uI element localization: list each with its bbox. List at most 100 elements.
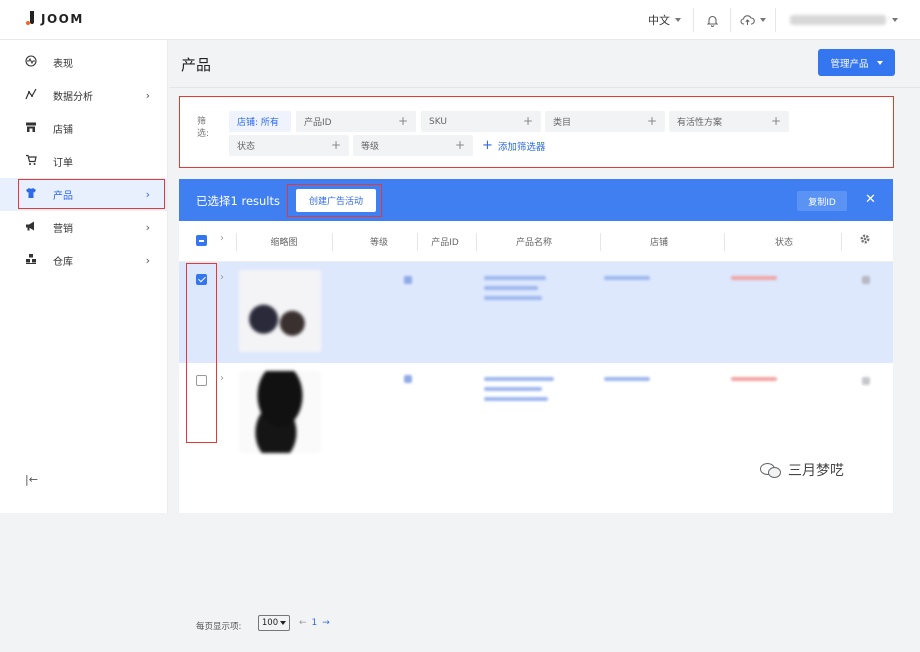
filter-chip-sku[interactable]: SKU + bbox=[421, 111, 541, 132]
sidebar-item-products[interactable]: 产品 › bbox=[0, 178, 168, 211]
manage-products-button[interactable]: 管理产品 bbox=[818, 49, 895, 76]
chevron-right-icon[interactable]: › bbox=[220, 233, 224, 244]
cart-icon bbox=[24, 154, 38, 169]
notification-bell-icon[interactable] bbox=[694, 8, 730, 32]
dashboard-icon bbox=[24, 55, 38, 70]
filter-chip-active-plan[interactable]: 有活性方案 + bbox=[669, 111, 789, 132]
analytics-icon bbox=[24, 88, 38, 103]
plus-icon: + bbox=[330, 138, 341, 152]
sidebar-item-store[interactable]: 店铺 bbox=[0, 112, 168, 145]
filter-chip-category[interactable]: 类目 + bbox=[545, 111, 665, 132]
chevron-right-icon: › bbox=[145, 89, 150, 102]
filter-chip-product-id[interactable]: 产品ID + bbox=[296, 111, 416, 132]
user-menu[interactable] bbox=[776, 15, 898, 25]
next-page-icon[interactable]: → bbox=[322, 618, 330, 628]
filter-chip-level[interactable]: 等级 + bbox=[353, 135, 473, 156]
product-name-blurred bbox=[484, 286, 538, 290]
chevron-down-icon bbox=[876, 60, 883, 65]
column-store[interactable]: 店铺 bbox=[639, 235, 679, 248]
row-action-blurred bbox=[862, 276, 870, 284]
cloud-icon bbox=[740, 15, 755, 25]
sidebar-item-label: 订单 bbox=[53, 158, 73, 169]
chevron-right-icon: › bbox=[145, 221, 150, 234]
product-thumbnail[interactable] bbox=[239, 270, 321, 352]
watermark-text: 三月梦呓 bbox=[788, 463, 844, 479]
row-checkbox[interactable] bbox=[196, 375, 207, 386]
filter-chip-label: 产品ID bbox=[304, 118, 332, 128]
sidebar-item-marketing[interactable]: 营销 › bbox=[0, 211, 168, 244]
filter-chip-status[interactable]: 状态 + bbox=[229, 135, 349, 156]
column-divider bbox=[236, 233, 237, 251]
logo[interactable]: JOOM bbox=[26, 11, 84, 27]
language-label: 中文 bbox=[648, 14, 670, 27]
create-campaign-button[interactable]: 创建广告活动 bbox=[296, 189, 376, 212]
watermark: 三月梦呓 bbox=[760, 460, 844, 480]
user-name-blurred bbox=[790, 15, 886, 25]
sidebar-item-analytics[interactable]: 数据分析 › bbox=[0, 79, 168, 112]
row-action-blurred bbox=[862, 377, 870, 385]
collapse-sidebar-icon[interactable]: |← bbox=[25, 473, 38, 486]
close-icon[interactable]: ✕ bbox=[865, 192, 876, 207]
manage-products-label: 管理产品 bbox=[830, 58, 869, 70]
brand-name: JOOM bbox=[41, 12, 84, 26]
sidebar-item-label: 数据分析 bbox=[53, 92, 93, 103]
product-id-blurred bbox=[404, 276, 412, 284]
tshirt-icon bbox=[24, 187, 38, 202]
plus-icon: + bbox=[397, 114, 408, 128]
table-row[interactable]: › bbox=[179, 363, 893, 464]
current-page[interactable]: 1 bbox=[312, 618, 318, 628]
chevron-down-icon bbox=[280, 621, 287, 625]
page-title: 产品 bbox=[181, 56, 212, 74]
product-name-blurred bbox=[484, 276, 546, 280]
megaphone-icon bbox=[24, 220, 38, 235]
column-divider bbox=[332, 233, 333, 251]
add-filter-label: 添加筛选器 bbox=[497, 141, 546, 153]
plus-icon: + bbox=[454, 138, 465, 152]
selection-count: 已选择1 results bbox=[196, 194, 280, 208]
sidebar-item-label: 产品 bbox=[53, 191, 73, 202]
filter-chip-label: 店铺: 所有 bbox=[237, 118, 279, 128]
gear-icon[interactable] bbox=[859, 233, 871, 248]
column-product-name[interactable]: 产品名称 bbox=[504, 235, 564, 248]
select-all-checkbox[interactable] bbox=[196, 235, 207, 246]
filter-chip-store[interactable]: 店铺: 所有 bbox=[229, 111, 291, 132]
product-name-blurred bbox=[484, 296, 542, 300]
column-status[interactable]: 状态 bbox=[764, 235, 804, 248]
product-thumbnail[interactable] bbox=[239, 371, 321, 453]
plus-icon: + bbox=[646, 114, 657, 128]
column-product-id[interactable]: 产品ID bbox=[425, 235, 465, 248]
column-level[interactable]: 等级 bbox=[359, 235, 399, 248]
add-filter-button[interactable]: + 添加筛选器 bbox=[482, 135, 545, 156]
filter-chip-label: 状态 bbox=[237, 142, 256, 152]
sidebar-item-warehouse[interactable]: 仓库 › bbox=[0, 244, 168, 277]
status-blurred bbox=[731, 276, 777, 280]
page-size-select[interactable]: 100 bbox=[258, 615, 290, 631]
row-checkbox[interactable] bbox=[196, 274, 207, 285]
plus-icon: + bbox=[482, 138, 493, 153]
sidebar-item-orders[interactable]: 订单 bbox=[0, 145, 168, 178]
sidebar-item-label: 店铺 bbox=[53, 125, 73, 136]
divider bbox=[169, 87, 920, 88]
page-size-value: 100 bbox=[261, 618, 279, 628]
product-name-blurred bbox=[484, 387, 542, 391]
filter-panel: 筛选: 店铺: 所有 产品ID + SKU + 类目 + 有活性方案 + 状态 … bbox=[179, 97, 893, 167]
chevron-right-icon[interactable]: › bbox=[220, 272, 224, 283]
table-row[interactable]: › bbox=[179, 262, 893, 363]
cloud-upload-menu[interactable] bbox=[731, 8, 775, 32]
chevron-down-icon bbox=[675, 18, 681, 22]
chevron-right-icon[interactable]: › bbox=[220, 373, 224, 384]
prev-page-icon[interactable]: ← bbox=[299, 618, 307, 628]
table-header: › 缩略图 等级 产品ID 产品名称 店铺 状态 bbox=[179, 221, 893, 262]
filter-label: 筛选: bbox=[197, 117, 210, 139]
language-selector[interactable]: 中文 bbox=[636, 12, 693, 28]
column-thumbnail[interactable]: 缩略图 bbox=[259, 235, 309, 248]
chevron-down-icon bbox=[892, 18, 898, 22]
top-bar: JOOM 中文 bbox=[0, 0, 920, 40]
plus-icon: + bbox=[522, 114, 533, 128]
copy-id-button[interactable]: 复制ID bbox=[797, 191, 847, 211]
store-name-blurred bbox=[604, 276, 650, 280]
product-name-blurred bbox=[484, 377, 554, 381]
column-divider bbox=[841, 233, 842, 251]
sidebar-item-performance[interactable]: 表现 bbox=[0, 46, 168, 79]
wechat-icon bbox=[760, 462, 782, 478]
